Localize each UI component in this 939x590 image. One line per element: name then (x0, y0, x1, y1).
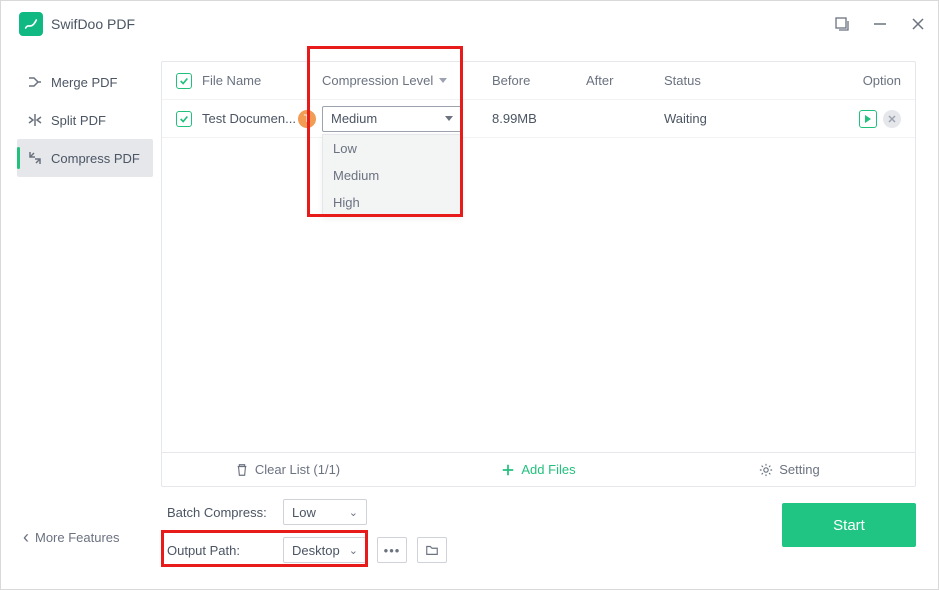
file-badge: T (298, 110, 316, 128)
col-after: After (586, 73, 664, 88)
col-option: Option (831, 73, 901, 88)
table-row: Test Documen... T Medium Low Medium High… (162, 100, 915, 138)
chevron-left-icon: ‹ (23, 528, 29, 546)
sidebar-item-label: Compress PDF (51, 151, 140, 166)
more-options-button[interactable]: ••• (377, 537, 407, 563)
filename-cell: Test Documen... T (202, 110, 322, 128)
batch-compress-row: Batch Compress: Low ⌄ (167, 497, 447, 527)
close-button[interactable] (908, 14, 928, 34)
minimize-button[interactable] (870, 14, 890, 34)
output-path-row: Output Path: Desktop ⌄ ••• (167, 535, 447, 565)
before-cell: 8.99MB (492, 111, 586, 126)
col-filename: File Name (202, 73, 322, 88)
status-cell: Waiting (664, 111, 831, 126)
compress-icon (27, 150, 43, 166)
sidebar-item-split[interactable]: Split PDF (17, 101, 153, 139)
browse-folder-button[interactable] (417, 537, 447, 563)
ellipsis-icon: ••• (384, 543, 401, 558)
share-icon[interactable] (832, 14, 852, 34)
chevron-down-icon (439, 78, 447, 83)
col-status: Status (664, 73, 831, 88)
sidebar-item-label: Merge PDF (51, 75, 117, 90)
sidebar: Merge PDF Split PDF Compress PDF (1, 47, 161, 487)
start-row-button[interactable] (859, 110, 877, 128)
dropdown-option-high[interactable]: High (323, 189, 461, 216)
merge-icon (27, 74, 43, 90)
app-title: SwifDoo PDF (51, 16, 135, 32)
sidebar-item-label: Split PDF (51, 113, 106, 128)
table-header: File Name Compression Level Before After… (162, 62, 915, 100)
output-path-select[interactable]: Desktop ⌄ (283, 537, 367, 563)
sidebar-item-merge[interactable]: Merge PDF (17, 63, 153, 101)
title-bar: SwifDoo PDF (1, 1, 938, 47)
add-files-button[interactable]: Add Files (413, 462, 664, 477)
select-all-checkbox[interactable] (176, 73, 192, 89)
dropdown-option-medium[interactable]: Medium (323, 162, 461, 189)
folder-icon (425, 543, 439, 557)
dropdown-option-low[interactable]: Low (323, 135, 461, 162)
action-bar: Clear List (1/1) Add Files Setting (162, 452, 915, 486)
more-features-button[interactable]: ‹ More Features (23, 528, 167, 546)
chevron-down-icon: ⌄ (349, 506, 358, 519)
setting-button[interactable]: Setting (664, 462, 915, 477)
compression-level-select[interactable]: Medium (322, 106, 462, 132)
batch-compress-select[interactable]: Low ⌄ (283, 499, 367, 525)
compression-dropdown: Low Medium High (322, 134, 462, 217)
sidebar-item-compress[interactable]: Compress PDF (17, 139, 153, 177)
app-logo (19, 12, 43, 36)
clear-list-button[interactable]: Clear List (1/1) (162, 462, 413, 477)
chevron-down-icon: ⌄ (349, 544, 358, 557)
col-level[interactable]: Compression Level (322, 73, 492, 88)
split-icon (27, 112, 43, 128)
row-checkbox[interactable] (176, 111, 192, 127)
chevron-down-icon (445, 116, 453, 121)
start-button[interactable]: Start (782, 503, 916, 547)
col-before: Before (492, 73, 586, 88)
remove-row-button[interactable] (883, 110, 901, 128)
